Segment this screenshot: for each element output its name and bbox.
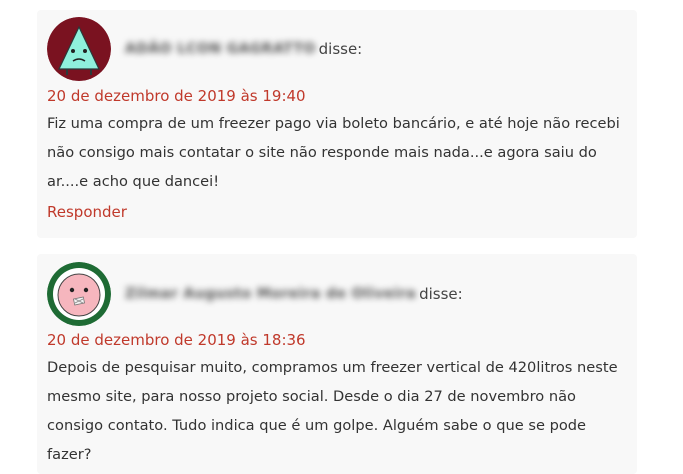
comment-date-link[interactable]: 20 de dezembro de 2019 às 18:36: [47, 331, 306, 349]
triangle-monster-avatar-icon: [47, 17, 111, 81]
pink-face-avatar-icon: [47, 262, 111, 326]
avatar: [47, 262, 111, 326]
comment-said-label: disse:: [419, 285, 463, 303]
comment-body: Fiz uma compra de um freezer pago via bo…: [47, 115, 620, 190]
comment-author-name: Zilmar Augusto Moreira de Oliveira: [125, 286, 417, 302]
comment-date-link[interactable]: 20 de dezembro de 2019 às 19:40: [47, 87, 306, 105]
comment-author-name: ADÃO LCON GAGRATTO: [125, 41, 316, 57]
reply-button[interactable]: Responder: [47, 203, 127, 221]
avatar: [47, 17, 111, 81]
comment-said-label: disse:: [318, 40, 363, 58]
comment-card: Zilmar Augusto Moreira de Oliveira disse…: [37, 254, 637, 474]
comment-author-row: Zilmar Augusto Moreira de Oliveira disse…: [47, 262, 463, 326]
comment-author-row: ADÃO LCON GAGRATTO disse:: [47, 17, 362, 81]
comment-body: Depois de pesquisar muito, compramos um …: [47, 359, 618, 463]
comment-card: ADÃO LCON GAGRATTO disse: 20 de dezembro…: [37, 10, 637, 238]
